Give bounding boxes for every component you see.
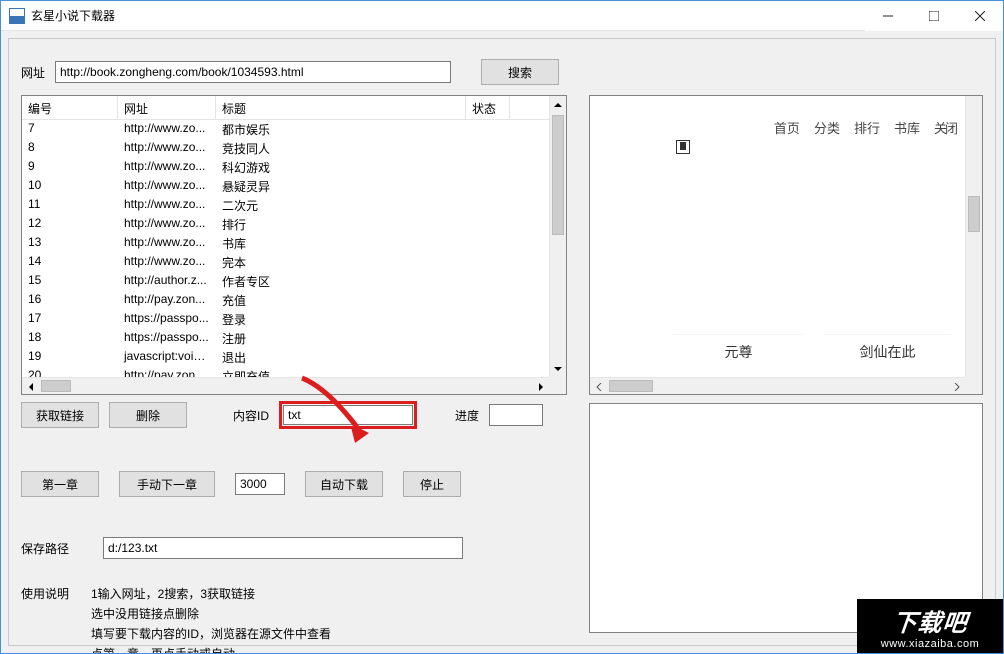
- help-label: 使用说明: [21, 585, 77, 654]
- preview-tab[interactable]: 排行: [854, 118, 880, 137]
- preview-tab[interactable]: 关闭: [934, 118, 956, 137]
- preview-tab[interactable]: 分类: [814, 118, 840, 137]
- preview-tab[interactable]: 书库: [894, 118, 920, 137]
- maximize-button[interactable]: [911, 1, 957, 31]
- scroll-left-icon[interactable]: [22, 378, 39, 395]
- app-icon: [9, 8, 25, 24]
- url-label: 网址: [21, 64, 55, 81]
- help-line: 填写要下载内容的ID，浏览器在源文件中查看: [91, 625, 331, 642]
- get-links-button[interactable]: 获取链接: [21, 402, 99, 428]
- url-input[interactable]: [55, 61, 451, 83]
- table-row[interactable]: 18https://passpo...注册: [22, 329, 549, 348]
- progress-label: 进度: [455, 407, 479, 424]
- search-button[interactable]: 搜索: [481, 59, 559, 85]
- auto-download-button[interactable]: 自动下载: [305, 471, 383, 497]
- minimize-button[interactable]: [865, 1, 911, 31]
- table-row[interactable]: 14http://www.zo...完本: [22, 253, 549, 272]
- help-line: 点第一章，再点手动或自动: [91, 645, 331, 654]
- watermark-text: 下载吧: [891, 603, 970, 638]
- hscroll-thumb[interactable]: [41, 380, 71, 392]
- interval-input[interactable]: [235, 473, 285, 495]
- help-line: 选中没用链接点删除: [91, 605, 331, 622]
- watermark: 下载吧 www.xiazaiba.com: [857, 599, 1003, 653]
- close-button[interactable]: [957, 1, 1003, 31]
- links-table[interactable]: 编号 网址 标题 状态 7http://www.zo...都市娱乐8http:/…: [21, 95, 567, 395]
- progress-output: [489, 404, 543, 426]
- table-headers: 编号 网址 标题 状态: [22, 96, 566, 120]
- table-row[interactable]: 20http://pay.zon...立即充值: [22, 367, 549, 377]
- table-row[interactable]: 15http://author.z...作者专区: [22, 272, 549, 291]
- preview-hscroll-thumb[interactable]: [609, 380, 653, 392]
- preview-card[interactable]: [823, 160, 952, 334]
- table-row[interactable]: 16http://pay.zon...充值: [22, 291, 549, 310]
- content-id-highlight: [279, 401, 417, 429]
- scroll-left-icon[interactable]: [590, 378, 607, 395]
- preview-vscroll-thumb[interactable]: [968, 196, 980, 232]
- browser-preview[interactable]: 首页分类排行书库关闭 元尊剑仙在此: [589, 95, 983, 395]
- help-line: 1输入网址，2搜索，3获取链接: [91, 585, 331, 602]
- col-id[interactable]: 编号: [22, 96, 118, 119]
- help-text: 1输入网址，2搜索，3获取链接选中没用链接点删除填写要下载内容的ID，浏览器在源…: [91, 585, 331, 654]
- stop-button[interactable]: 停止: [403, 471, 461, 497]
- preview-card-label: 剑仙在此: [823, 342, 952, 362]
- save-path-input[interactable]: [103, 537, 463, 559]
- table-row[interactable]: 10http://www.zo...悬疑灵异: [22, 177, 549, 196]
- scroll-right-icon[interactable]: [948, 378, 965, 395]
- content-id-label: 内容ID: [233, 407, 269, 424]
- table-row[interactable]: 17https://passpo...登录: [22, 310, 549, 329]
- table-row[interactable]: 13http://www.zo...书库: [22, 234, 549, 253]
- window-title: 玄星小说下载器: [31, 7, 115, 24]
- scroll-right-icon[interactable]: [532, 378, 549, 395]
- first-chapter-button[interactable]: 第一章: [21, 471, 99, 497]
- save-path-label: 保存路径: [21, 540, 91, 557]
- table-hscroll[interactable]: [22, 377, 549, 394]
- scroll-down-icon[interactable]: [550, 360, 566, 377]
- table-row[interactable]: 9http://www.zo...科幻游戏: [22, 158, 549, 177]
- table-row[interactable]: 11http://www.zo...二次元: [22, 196, 549, 215]
- preview-card-label: 元尊: [674, 342, 803, 362]
- preview-card[interactable]: [674, 160, 803, 334]
- preview-hscroll[interactable]: [590, 377, 965, 394]
- preview-card-labels: 元尊剑仙在此: [674, 342, 952, 362]
- col-title[interactable]: 标题: [216, 96, 466, 119]
- scroll-up-icon[interactable]: [550, 96, 566, 113]
- table-row[interactable]: 19javascript:void...退出: [22, 348, 549, 367]
- scroll-corner: [549, 377, 566, 394]
- vscroll-thumb[interactable]: [552, 115, 564, 235]
- titlebar: 玄星小说下载器: [1, 1, 1003, 31]
- delete-button[interactable]: 删除: [109, 402, 187, 428]
- table-row[interactable]: 7http://www.zo...都市娱乐: [22, 120, 549, 139]
- scroll-corner: [965, 377, 982, 394]
- book-icon: [676, 140, 690, 154]
- table-row[interactable]: 12http://www.zo...排行: [22, 215, 549, 234]
- table-vscroll[interactable]: [549, 96, 566, 377]
- col-url[interactable]: 网址: [118, 96, 216, 119]
- preview-vscroll[interactable]: [965, 96, 982, 377]
- preview-tab[interactable]: 首页: [774, 118, 800, 137]
- preview-tabs[interactable]: 首页分类排行书库关闭: [774, 118, 956, 137]
- col-status[interactable]: 状态: [466, 96, 510, 119]
- content-id-input[interactable]: [283, 405, 413, 425]
- manual-next-button[interactable]: 手动下一章: [119, 471, 215, 497]
- watermark-url: www.xiazaiba.com: [881, 638, 979, 650]
- table-row[interactable]: 8http://www.zo...竞技同人: [22, 139, 549, 158]
